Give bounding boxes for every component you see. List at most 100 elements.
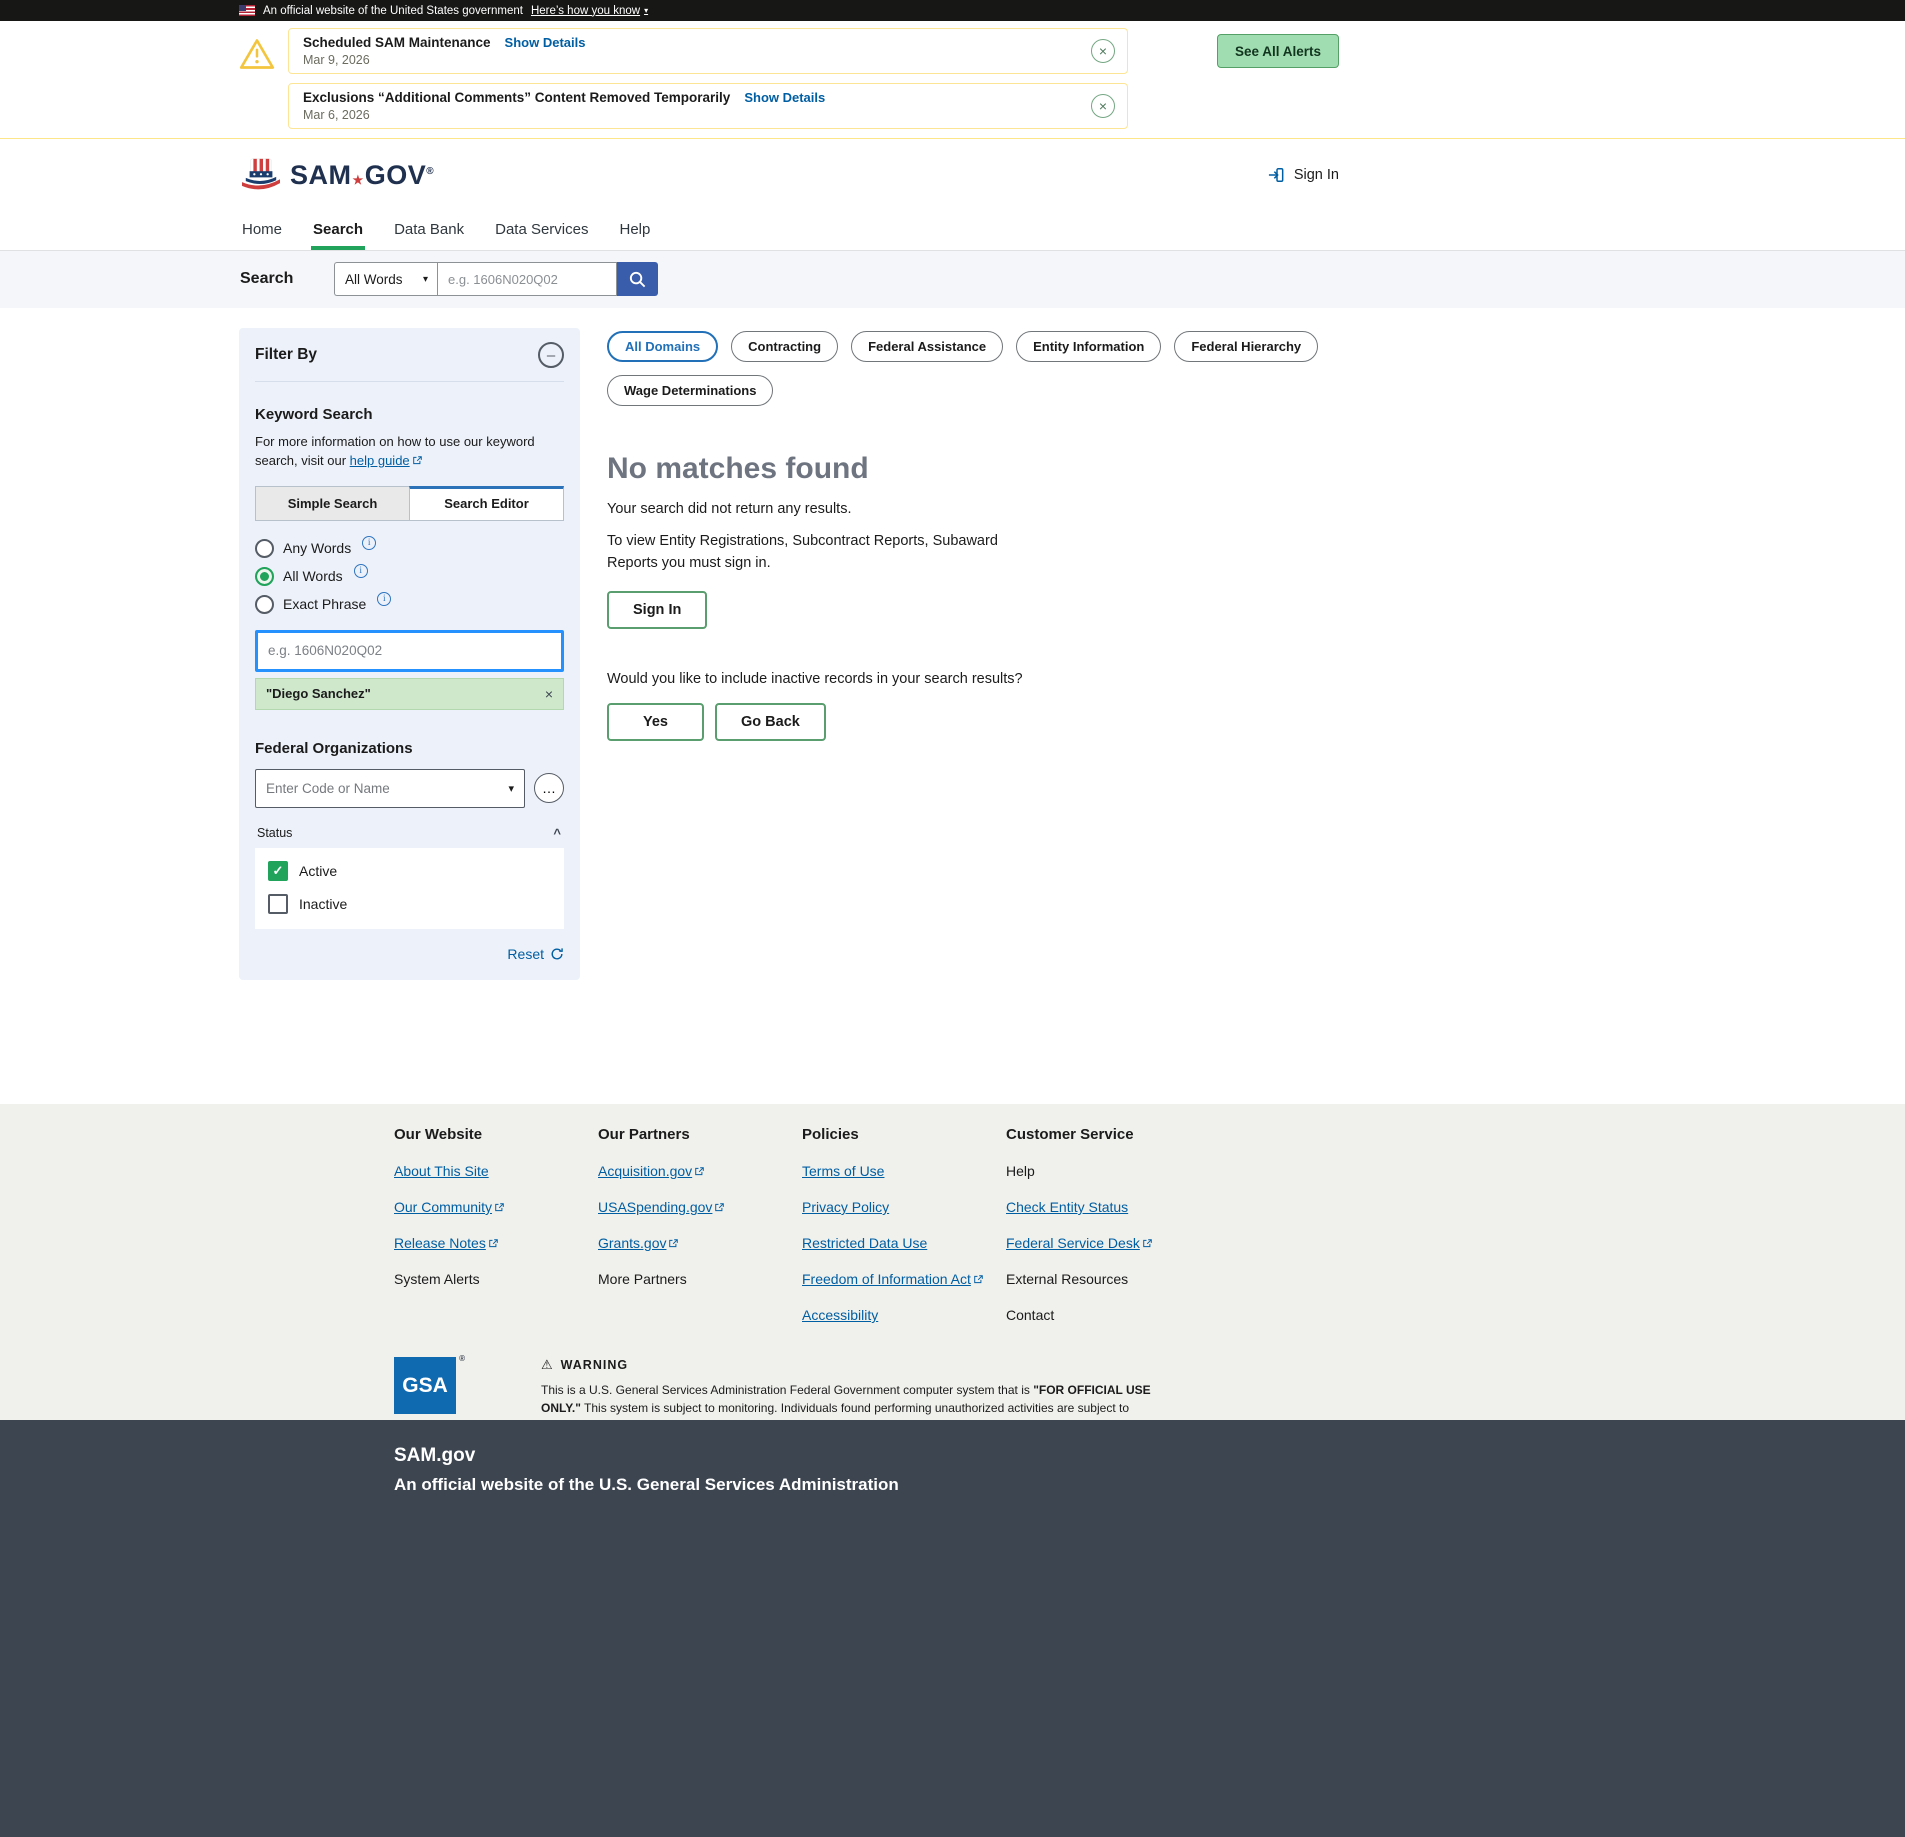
footer-link-check-entity-status[interactable]: Check Entity Status: [1006, 1199, 1128, 1215]
collapse-filter-button[interactable]: –: [538, 342, 564, 368]
federal-org-input[interactable]: [256, 781, 508, 796]
us-flag-icon: [239, 5, 255, 16]
warning-paragraph-1: This is a U.S. General Services Administ…: [541, 1381, 1186, 1420]
help-guide-link[interactable]: help guide: [350, 453, 423, 468]
footer-link-foia[interactable]: Freedom of Information Act: [802, 1271, 984, 1287]
federal-org-combobox[interactable]: ▾: [255, 769, 525, 808]
red-star-icon: ★: [353, 173, 364, 187]
footer-link-about-this-site[interactable]: About This Site: [394, 1163, 489, 1179]
footer-col-heading: Our Website: [394, 1126, 598, 1143]
official-site-text: An official website of the United States…: [263, 5, 523, 17]
nav-search[interactable]: Search: [311, 211, 365, 250]
sam-gov-logo[interactable]: SAM★GOV®: [239, 156, 434, 194]
sign-in-button[interactable]: Sign In: [607, 591, 707, 629]
remove-chip-icon[interactable]: ×: [545, 686, 553, 702]
external-link-icon: [971, 1271, 984, 1287]
filter-panel: Filter By – Keyword Search For more info…: [239, 328, 580, 980]
status-accordion-toggle[interactable]: Status ^: [255, 826, 564, 848]
footer-col-our-website: Our Website About This Site Our Communit…: [394, 1126, 598, 1323]
footer-link-grants-gov[interactable]: Grants.gov: [598, 1235, 679, 1251]
domain-pill-federal-hierarchy[interactable]: Federal Hierarchy: [1174, 331, 1318, 362]
show-details-link[interactable]: Show Details: [744, 90, 825, 105]
chevron-down-icon: ▾: [508, 782, 524, 795]
logo-text: SAM★GOV®: [290, 160, 434, 191]
search-mode-select[interactable]: All Words ▾: [334, 262, 437, 296]
alert-date: Mar 6, 2026: [303, 108, 1091, 122]
radio-all-words[interactable]: All Words i: [255, 567, 564, 586]
see-all-alerts-button[interactable]: See All Alerts: [1217, 34, 1339, 68]
domain-filter-pills: All Domains Contracting Federal Assistan…: [607, 331, 1339, 406]
main-content: Filter By – Keyword Search For more info…: [239, 308, 1339, 1104]
footer-link-restricted-data-use[interactable]: Restricted Data Use: [802, 1235, 927, 1251]
external-link-icon: [492, 1199, 505, 1215]
keyword-input[interactable]: [255, 630, 564, 672]
search-icon: [628, 270, 647, 289]
close-icon[interactable]: ×: [1091, 39, 1115, 63]
footer-link-federal-service-desk[interactable]: Federal Service Desk: [1006, 1235, 1153, 1251]
radio-icon: [255, 595, 274, 614]
yes-button[interactable]: Yes: [607, 703, 704, 741]
nav-data-services[interactable]: Data Services: [493, 211, 590, 250]
tab-simple-search[interactable]: Simple Search: [255, 486, 409, 521]
status-label: Status: [257, 826, 292, 840]
footer-link-external-resources[interactable]: External Resources: [1006, 1271, 1128, 1287]
alert-date: Mar 9, 2026: [303, 53, 1091, 67]
uncle-sam-hat-icon: [239, 156, 283, 194]
close-icon[interactable]: ×: [1091, 94, 1115, 118]
nav-data-bank[interactable]: Data Bank: [392, 211, 466, 250]
footer-link-more-partners[interactable]: More Partners: [598, 1271, 687, 1287]
radio-any-words[interactable]: Any Words i: [255, 539, 564, 558]
info-icon[interactable]: i: [354, 564, 368, 578]
footer-link-usaspending-gov[interactable]: USASpending.gov: [598, 1199, 725, 1215]
primary-nav: Home Search Data Bank Data Services Help: [0, 211, 1905, 251]
domain-pill-wage-determinations[interactable]: Wage Determinations: [607, 375, 773, 406]
checkbox-inactive[interactable]: Inactive: [268, 894, 551, 914]
domain-pill-all-domains[interactable]: All Domains: [607, 331, 718, 362]
footer-link-acquisition-gov[interactable]: Acquisition.gov: [598, 1163, 705, 1179]
footer-link-help[interactable]: Help: [1006, 1163, 1035, 1179]
warning-triangle-icon: [239, 36, 275, 77]
keyword-match-options: Any Words i All Words i Exact Phrase i: [255, 539, 564, 614]
nav-home[interactable]: Home: [240, 211, 284, 250]
external-link-icon: [486, 1235, 499, 1251]
footer-col-customer-service: Customer Service Help Check Entity Statu…: [1006, 1126, 1210, 1323]
search-input[interactable]: [437, 262, 617, 296]
domain-pill-entity-information[interactable]: Entity Information: [1016, 331, 1161, 362]
footer-col-policies: Policies Terms of Use Privacy Policy Res…: [802, 1126, 1006, 1323]
footer-link-release-notes[interactable]: Release Notes: [394, 1235, 499, 1251]
search-label: Search: [240, 270, 334, 288]
heres-how-you-know-link[interactable]: Here’s how you know ▾: [531, 5, 648, 17]
footer-link-accessibility[interactable]: Accessibility: [802, 1307, 878, 1323]
radio-exact-phrase[interactable]: Exact Phrase i: [255, 595, 564, 614]
sign-in-link[interactable]: Sign In: [1266, 165, 1339, 185]
reset-link[interactable]: Reset: [507, 946, 564, 962]
checkbox-active[interactable]: ✓ Active: [268, 861, 551, 881]
keyword-search-tabs: Simple Search Search Editor: [255, 486, 564, 521]
show-details-link[interactable]: Show Details: [505, 35, 586, 50]
more-options-button[interactable]: …: [534, 773, 564, 803]
keyword-chip: "Diego Sanchez" ×: [255, 678, 564, 710]
search-results: All Domains Contracting Federal Assistan…: [607, 331, 1339, 741]
no-matches-heading: No matches found: [607, 452, 1339, 486]
info-icon[interactable]: i: [377, 592, 391, 606]
go-back-button[interactable]: Go Back: [715, 703, 826, 741]
sign-in-icon: [1266, 165, 1286, 185]
status-options: ✓ Active Inactive: [255, 848, 564, 929]
info-icon[interactable]: i: [362, 536, 376, 550]
footer-link-contact[interactable]: Contact: [1006, 1307, 1054, 1323]
domain-pill-federal-assistance[interactable]: Federal Assistance: [851, 331, 1003, 362]
footer-link-privacy-policy[interactable]: Privacy Policy: [802, 1199, 889, 1215]
sign-in-required-text: To view Entity Registrations, Subcontrac…: [607, 531, 1007, 575]
footer-link-terms-of-use[interactable]: Terms of Use: [802, 1163, 884, 1179]
footer-link-our-community[interactable]: Our Community: [394, 1199, 505, 1215]
external-link-icon: [666, 1235, 679, 1251]
sign-in-label: Sign In: [1294, 167, 1339, 183]
chevron-up-icon: ^: [553, 826, 561, 841]
tab-search-editor[interactable]: Search Editor: [409, 486, 564, 521]
footer-link-system-alerts[interactable]: System Alerts: [394, 1271, 480, 1287]
gsa-logo: GSA ®: [394, 1357, 456, 1414]
nav-help[interactable]: Help: [617, 211, 652, 250]
domain-pill-contracting[interactable]: Contracting: [731, 331, 838, 362]
search-button[interactable]: [617, 262, 658, 296]
checkbox-checked-icon: ✓: [268, 861, 288, 881]
